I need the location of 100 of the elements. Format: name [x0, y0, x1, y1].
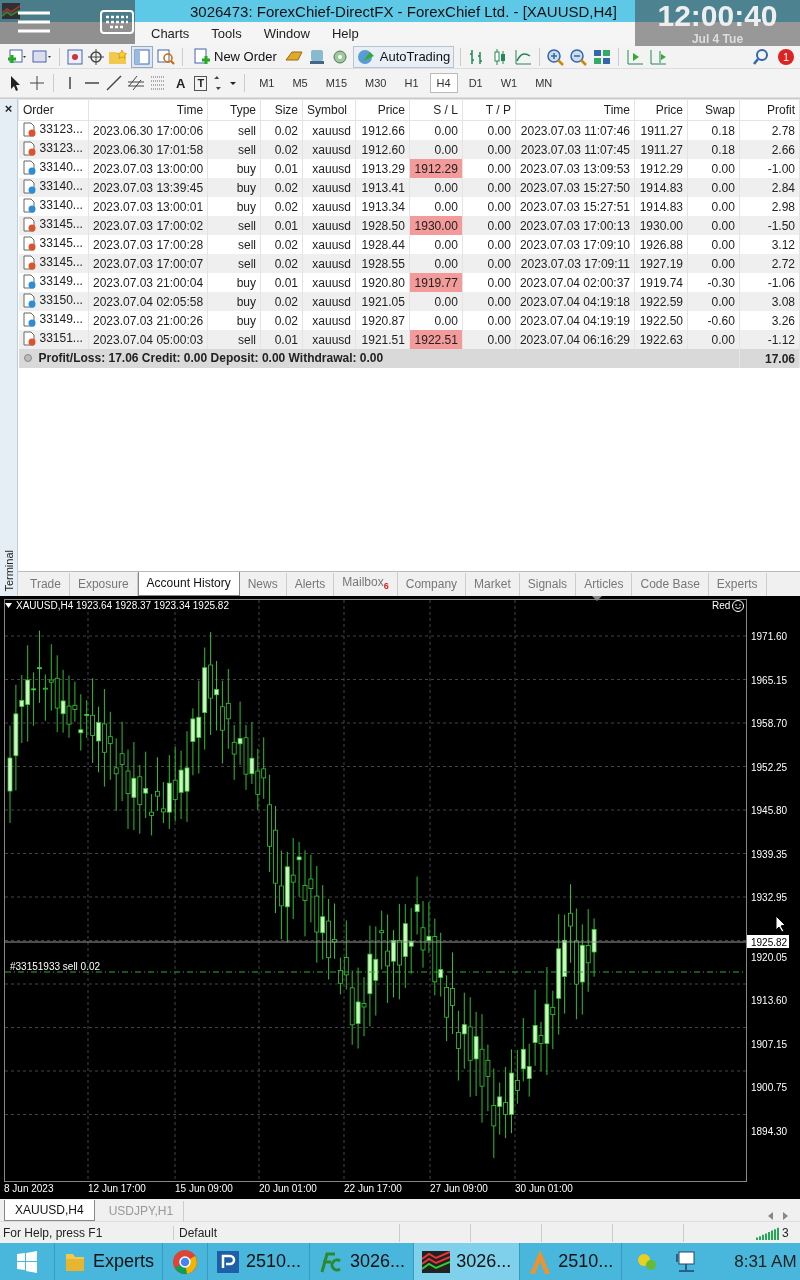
text-label-tool[interactable]: T	[194, 75, 208, 91]
current-price-tag: 1925.82	[747, 935, 789, 948]
column-header[interactable]: S / L	[409, 99, 463, 121]
table-cell: sell	[207, 140, 261, 159]
terminal-tab[interactable]: Account History	[137, 572, 240, 596]
sell-order-icon	[22, 140, 37, 156]
keyboard-icon[interactable]	[100, 10, 134, 34]
taskbar-button[interactable]: 3026...	[414, 1243, 521, 1280]
time-axis-label: 8 Jun 2023	[4, 1183, 54, 1194]
timeframe-button[interactable]: M5	[285, 73, 315, 93]
table-cell: 0.00	[462, 178, 516, 197]
menu-icon[interactable]	[16, 10, 52, 34]
table-cell: 0.00	[409, 254, 463, 273]
autotrading-button[interactable]: AutoTrading	[352, 45, 455, 68]
price-axis-label: 1913.60	[751, 995, 788, 1006]
price-axis-label: 1920.05	[751, 951, 788, 963]
timeframe-button[interactable]: D1	[461, 73, 490, 93]
windows-icon	[16, 1250, 38, 1273]
menu-item[interactable]: Window	[252, 26, 321, 41]
timeframe-button[interactable]: H4	[429, 73, 458, 93]
table-cell: 0.00	[687, 254, 740, 273]
clock-date: Jul 4 Tue	[691, 32, 744, 46]
taskbar-button[interactable]: Experts	[55, 1243, 164, 1280]
menu-item[interactable]: Help	[320, 26, 370, 41]
column-header[interactable]: Price	[355, 99, 410, 121]
chart-shift-icon[interactable]	[648, 47, 669, 66]
cursor-icon	[775, 915, 786, 933]
terminal-icon[interactable]	[131, 45, 153, 68]
new-order-button[interactable]: New Order	[189, 45, 281, 68]
menu-item[interactable]: Charts	[140, 26, 201, 41]
taskbar-button[interactable]: 2510...	[208, 1243, 311, 1280]
buy-order-icon	[22, 197, 37, 213]
table-cell: 1922.59	[634, 292, 688, 311]
trendline-icon[interactable]	[105, 74, 123, 92]
table-cell: 2023.07.03 17:00:13	[515, 216, 635, 235]
timeframe-button[interactable]: M1	[252, 73, 282, 93]
price-axis-label: 1971.60	[751, 631, 788, 642]
table-cell: 2023.07.03 17:00:02	[88, 216, 208, 235]
timeframe-button[interactable]: MN	[528, 73, 560, 93]
chart-tab[interactable]: XAUUSD,H4	[4, 1200, 95, 1221]
column-header[interactable]: Symbol	[302, 99, 356, 121]
table-cell: -1.12	[739, 330, 800, 349]
close-icon[interactable]: ×	[4, 101, 13, 116]
crosshair-icon[interactable]	[87, 47, 105, 66]
table-cell: xauusd	[302, 292, 356, 311]
table-cell: 1913.41	[355, 178, 410, 197]
taskbar-button[interactable]: 2510...	[520, 1243, 623, 1280]
column-header[interactable]: Time	[88, 99, 208, 121]
table-cell: buy	[207, 178, 261, 197]
search-icon[interactable]	[751, 47, 771, 66]
price-axis-label: 1900.75	[751, 1082, 788, 1093]
chart-header: XAUUSD,H4 1923.64 1928.37 1923.34 1925.82	[16, 600, 229, 611]
column-header[interactable]: Time	[515, 99, 635, 121]
table-cell: 2023.07.03 11:07:45	[515, 140, 635, 159]
time-axis-label: 30 Jun 01:00	[515, 1183, 573, 1194]
auto-scroll-icon[interactable]	[625, 47, 646, 66]
column-header[interactable]: T / P	[462, 99, 516, 121]
timeframe-button[interactable]: M15	[318, 73, 355, 93]
sell-order-icon	[22, 216, 37, 232]
new-chart-icon[interactable]	[6, 47, 28, 66]
text-tool[interactable]: A	[171, 75, 191, 91]
table-cell: 2023.07.03 17:00:07	[88, 254, 208, 273]
table-cell: 1922.63	[634, 330, 688, 349]
taskbar-clock[interactable]: 8:31 AM	[734, 1251, 797, 1272]
profiles-icon[interactable]	[31, 47, 53, 66]
column-header[interactable]: Type	[207, 99, 261, 121]
summary-total: 17.06	[739, 349, 800, 368]
status-text: For Help, press F1	[2, 1225, 104, 1240]
table-cell: 2023.07.04 02:05:58	[88, 292, 208, 311]
timeframe-button[interactable]: H1	[397, 73, 426, 93]
channel-icon[interactable]	[127, 74, 145, 92]
column-header[interactable]: Price	[634, 99, 688, 121]
folder-star-icon[interactable]	[108, 47, 128, 66]
column-header[interactable]: Swap	[687, 99, 740, 121]
column-header[interactable]: Size	[260, 99, 303, 121]
tile-windows-icon[interactable]	[592, 47, 613, 66]
timeframe-button[interactable]: W1	[493, 73, 525, 93]
column-header[interactable]: Profit	[739, 99, 800, 121]
table-cell: 1922.51	[409, 330, 463, 349]
sell-order-icon	[22, 235, 37, 251]
table-cell: 0.00	[462, 292, 516, 311]
table-cell: 2023.06.30 17:01:58	[88, 140, 208, 159]
buy-order-icon	[22, 159, 37, 175]
sell-order-icon	[22, 330, 37, 346]
market-watch-icon[interactable]	[66, 47, 84, 66]
line-chart-icon[interactable]	[513, 47, 534, 66]
buy-order-icon	[22, 292, 37, 308]
table-cell: 33145...	[18, 254, 89, 273]
timeframe-button[interactable]: M30	[358, 73, 394, 93]
menu-item[interactable]: Tools	[200, 26, 253, 41]
price-axis-label: 1932.95	[751, 892, 788, 903]
table-cell: 1921.05	[355, 292, 410, 311]
collapse-icon[interactable]	[5, 603, 12, 608]
table-cell: 2023.07.04 04:19:18	[515, 292, 635, 311]
table-cell: 2.66	[739, 140, 800, 159]
app-icon	[528, 1248, 553, 1275]
notification-badge[interactable]: 1	[778, 48, 794, 65]
magnifier-icon[interactable]	[156, 47, 176, 66]
table-cell: 1928.55	[355, 254, 410, 273]
table-cell: 2.84	[739, 178, 800, 197]
